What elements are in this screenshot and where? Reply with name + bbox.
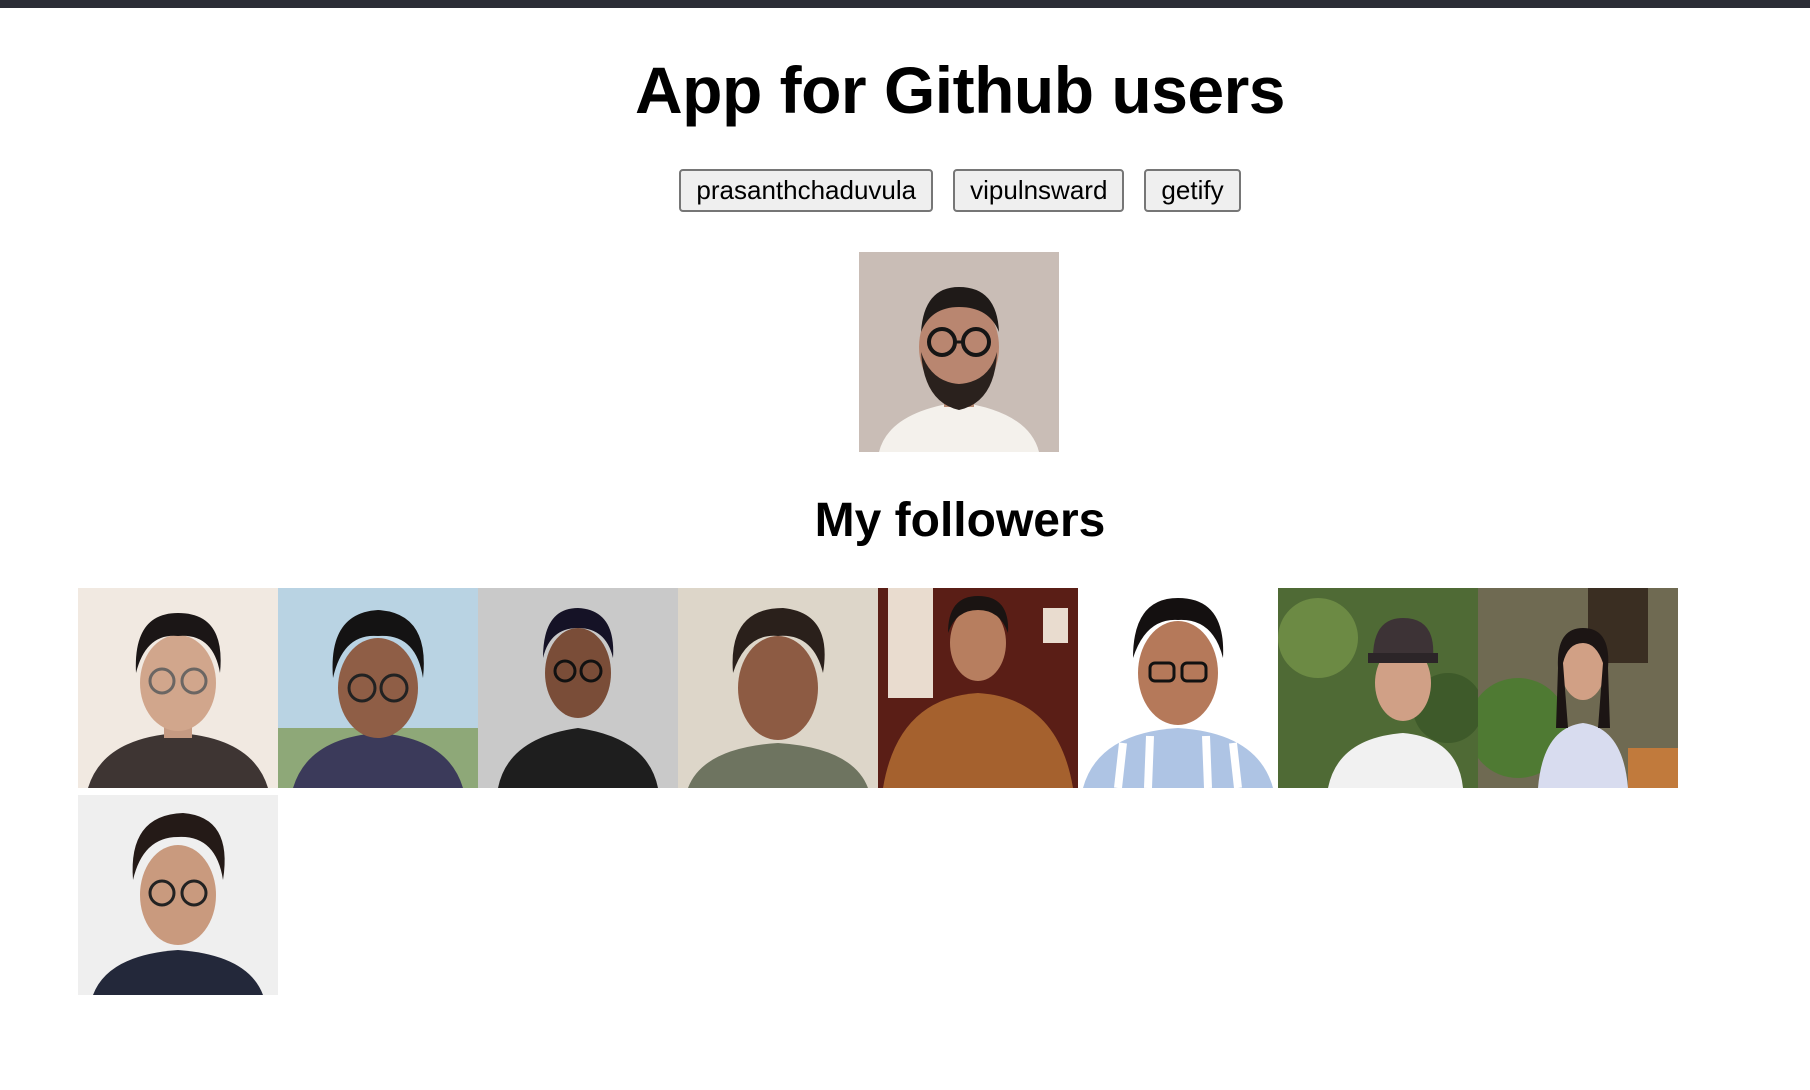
avatar-photo-icon <box>878 588 1078 788</box>
follower-avatar[interactable] <box>78 795 278 995</box>
avatar-photo-icon <box>1278 588 1478 788</box>
avatar-photo-icon <box>78 795 278 995</box>
page-title: App for Github users <box>635 53 1286 127</box>
follower-avatar[interactable] <box>278 588 478 788</box>
user-buttons: prasanthchaduvula vipulnsward getify <box>0 169 1810 212</box>
follower-avatar[interactable] <box>878 588 1078 788</box>
user-button-getify[interactable]: getify <box>1144 169 1241 212</box>
followers-grid <box>78 588 1718 995</box>
avatar-photo-icon <box>859 252 1059 452</box>
follower-avatar[interactable] <box>1278 588 1478 788</box>
followers-heading: My followers <box>814 494 1106 547</box>
avatar-photo-icon <box>278 588 478 788</box>
avatar-photo-icon <box>1078 588 1278 788</box>
user-button-vipulnsward[interactable]: vipulnsward <box>953 169 1125 212</box>
avatar-photo-icon <box>78 588 278 788</box>
avatar-photo-icon <box>478 588 678 788</box>
follower-avatar[interactable] <box>478 588 678 788</box>
profile-avatar <box>859 252 1059 452</box>
follower-avatar[interactable] <box>1078 588 1278 788</box>
follower-avatar[interactable] <box>1478 588 1678 788</box>
follower-avatar[interactable] <box>78 588 278 788</box>
avatar-photo-icon <box>678 588 878 788</box>
avatar-photo-icon <box>1478 588 1678 788</box>
top-bar <box>0 0 1810 8</box>
user-button-prasanthchaduvula[interactable]: prasanthchaduvula <box>679 169 934 212</box>
follower-avatar[interactable] <box>678 588 878 788</box>
